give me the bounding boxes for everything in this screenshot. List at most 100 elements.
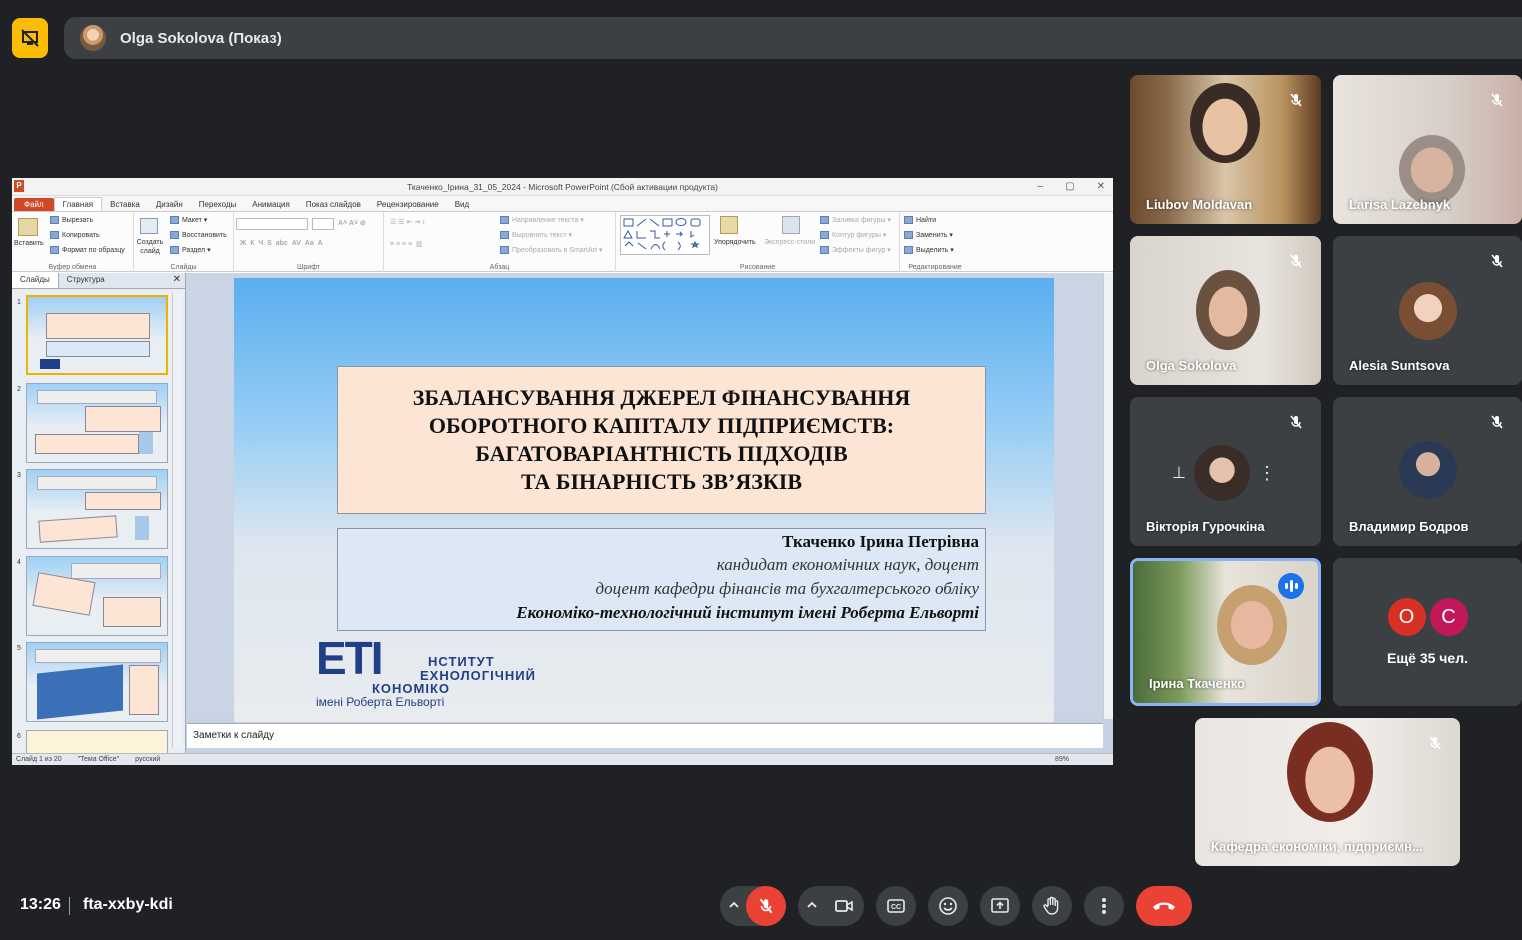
participant-tile[interactable]: Larisa Lazebnyk xyxy=(1333,75,1522,224)
slide-thumbnail[interactable] xyxy=(26,295,168,375)
shape-fill-button[interactable]: Заливка фигуры ▾ xyxy=(820,216,891,225)
person-head xyxy=(1399,135,1465,205)
thumbnail-scrollbar[interactable] xyxy=(172,293,182,748)
text-direction-button[interactable]: Направление текста ▾ xyxy=(500,216,584,225)
close-icon[interactable]: ✕ xyxy=(173,274,181,285)
effects-icon xyxy=(820,246,829,255)
shape-effects-button[interactable]: Эффекты фигур ▾ xyxy=(820,246,891,255)
close-icon[interactable]: ✕ xyxy=(1097,181,1105,192)
shape-outline-button[interactable]: Контур фигуры ▾ xyxy=(820,231,886,240)
tab-file[interactable]: Файл xyxy=(14,198,54,211)
more-participants-tile[interactable]: O C Ещё 35 чел. xyxy=(1333,558,1522,706)
copy-button[interactable]: Копировать xyxy=(50,231,100,239)
align-icons[interactable]: ≡ ≡ ≡ ≡ ▥ xyxy=(390,240,423,248)
shapes-gallery[interactable] xyxy=(620,215,710,255)
chevron-up-icon[interactable] xyxy=(728,898,740,916)
camera-toggle-button[interactable] xyxy=(824,886,864,926)
eti-logo-line3: КОНОМІКО xyxy=(372,681,451,696)
cut-button[interactable]: Вырезать xyxy=(50,216,93,224)
maximize-icon[interactable]: ▢ xyxy=(1065,181,1074,192)
minimize-icon[interactable]: – xyxy=(1038,181,1044,192)
arrange-button[interactable]: Упорядочить xyxy=(714,239,756,246)
ppt-title-bar: P Ткаченко_Ірина_31_05_2024 - Microsoft … xyxy=(12,178,1113,196)
new-slide-button[interactable]: Создать слайд xyxy=(136,238,164,256)
new-slide-icon xyxy=(140,218,158,234)
notes-pane[interactable]: Заметки к слайду xyxy=(187,723,1103,748)
present-off-icon xyxy=(21,29,39,47)
participant-tile[interactable]: ⊥ ⋮ Вікторія Гурочкіна xyxy=(1130,397,1321,546)
participant-tile[interactable]: Liubov Moldavan xyxy=(1130,75,1321,224)
reactions-button[interactable] xyxy=(928,886,968,926)
font-grow-icon[interactable]: A˄ A˅ ⊘ xyxy=(338,219,366,227)
slide-thumbnail[interactable] xyxy=(26,642,168,722)
font-name-select[interactable] xyxy=(236,218,308,230)
tab-design[interactable]: Дизайн xyxy=(148,198,191,211)
participant-tile[interactable]: Olga Sokolova xyxy=(1130,236,1321,385)
presentation-badge[interactable] xyxy=(12,18,48,58)
slide-thumbnail[interactable] xyxy=(26,556,168,636)
tab-review[interactable]: Рецензирование xyxy=(369,198,447,211)
slide-thumbnail[interactable] xyxy=(26,469,168,549)
replace-button[interactable]: Заменить ▾ xyxy=(904,231,953,240)
smartart-icon xyxy=(500,246,509,255)
tab-outline[interactable]: Структура xyxy=(59,273,113,288)
present-screen-button[interactable] xyxy=(980,886,1020,926)
format-painter-button[interactable]: Формат по образцу xyxy=(50,246,125,254)
text-direction-icon xyxy=(500,216,509,225)
more-options-button[interactable] xyxy=(1084,886,1124,926)
end-call-button[interactable] xyxy=(1136,886,1192,926)
video-camera-icon xyxy=(835,900,853,912)
pin-icon[interactable]: ⊥ xyxy=(1172,463,1186,483)
participant-tile[interactable]: Владимир Бодров xyxy=(1333,397,1522,546)
meeting-code[interactable]: fta-xxby-kdi xyxy=(83,896,173,914)
mic-off-icon xyxy=(1285,89,1307,111)
quick-styles-icon xyxy=(782,216,800,234)
participant-name: Larisa Lazebnyk xyxy=(1349,197,1451,212)
align-text-button[interactable]: Выровнять текст ▾ xyxy=(500,231,572,240)
select-button[interactable]: Выделить ▾ xyxy=(904,246,954,255)
current-slide[interactable]: ЗБАЛАНСУВАННЯ ДЖЕРЕЛ ФІНАНСУВАННЯ ОБОРОТ… xyxy=(234,278,1054,722)
tab-insert[interactable]: Вставка xyxy=(102,198,148,211)
presenter-bar[interactable]: Olga Sokolova (Показ) xyxy=(64,17,1522,59)
chevron-up-icon[interactable] xyxy=(806,898,818,916)
font-size-select[interactable] xyxy=(312,218,334,230)
scissors-icon xyxy=(50,216,59,224)
slides-group-label: Слайды xyxy=(170,264,197,271)
hand-icon xyxy=(1043,896,1059,915)
raise-hand-button[interactable] xyxy=(1032,886,1072,926)
participant-tile-active-speaker[interactable]: Ірина Ткаченко xyxy=(1130,558,1321,706)
emoji-icon xyxy=(939,897,957,915)
section-button[interactable]: Раздел ▾ xyxy=(170,246,211,255)
tab-slideshow[interactable]: Показ слайдов xyxy=(298,198,369,211)
participant-tile[interactable]: Кафедра економіки, підприємн... xyxy=(1195,718,1460,866)
language: русский xyxy=(135,756,161,763)
paste-button[interactable]: Вставить xyxy=(14,240,44,247)
participant-tile[interactable]: Alesia Suntsova xyxy=(1333,236,1522,385)
layout-icon xyxy=(170,216,179,225)
captions-button[interactable]: CC xyxy=(876,886,916,926)
tab-animation[interactable]: Анимация xyxy=(244,198,298,211)
cursor-icon xyxy=(904,246,913,255)
tab-view[interactable]: Вид xyxy=(447,198,477,211)
tab-transitions[interactable]: Переходы xyxy=(191,198,245,211)
smartart-button[interactable]: Преобразовать в SmartArt ▾ xyxy=(500,246,602,255)
layout-button[interactable]: Макет ▾ xyxy=(170,216,207,225)
slide-title-box[interactable]: ЗБАЛАНСУВАННЯ ДЖЕРЕЛ ФІНАНСУВАННЯ ОБОРОТ… xyxy=(337,366,986,514)
slide-thumbnail[interactable] xyxy=(26,383,168,463)
zoom-level[interactable]: 89% xyxy=(1055,754,1069,765)
reset-button[interactable]: Восстановить xyxy=(170,231,227,239)
person-head xyxy=(1196,270,1260,350)
quick-styles-button[interactable]: Экспресс-стили xyxy=(764,239,815,246)
more-participants-label: Ещё 35 чел. xyxy=(1387,650,1468,666)
tab-home[interactable]: Главная xyxy=(53,197,103,211)
font-style-icons[interactable]: Ж К Ч S abc AV Aa A xyxy=(240,240,323,247)
slide-scrollbar[interactable] xyxy=(1103,273,1113,719)
more-options-icon[interactable]: ⋮ xyxy=(1258,463,1276,484)
find-button[interactable]: Найти xyxy=(904,216,936,224)
hang-up-icon xyxy=(1153,902,1175,910)
mic-toggle-button[interactable] xyxy=(746,886,786,926)
slide-title: ЗБАЛАНСУВАННЯ ДЖЕРЕЛ ФІНАНСУВАННЯ ОБОРОТ… xyxy=(412,385,911,494)
tab-slides[interactable]: Слайды xyxy=(12,273,59,288)
list-icons[interactable]: ☰ ☰ ⇤ ⇥ ↕ xyxy=(390,218,426,226)
author-box[interactable]: Ткаченко Ірина Петрівна кандидат економі… xyxy=(337,528,986,631)
